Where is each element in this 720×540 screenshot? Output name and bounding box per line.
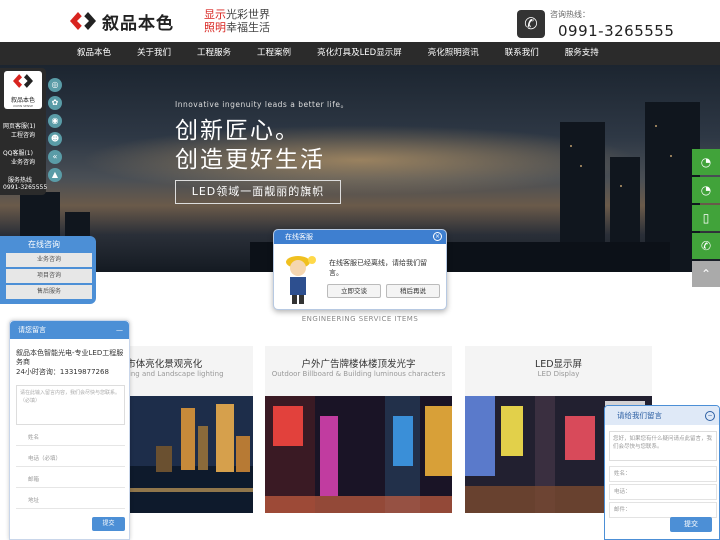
minimize-icon[interactable]: — <box>116 321 123 339</box>
nav-item-news[interactable]: 亮化照明资讯 <box>415 42 492 65</box>
right-message-title: 请给我们留言 <box>617 411 662 420</box>
nav-item-home[interactable]: 叙品本色 <box>64 42 124 65</box>
share-icon[interactable]: ◎ <box>48 78 62 92</box>
mobile-icon[interactable]: ▯ <box>692 205 720 231</box>
top-icon[interactable]: ▲ <box>48 168 62 182</box>
hero-window-light <box>670 155 672 157</box>
close-icon[interactable]: × <box>433 232 442 241</box>
hero-window-light <box>655 125 657 127</box>
leave-message-header: 请您留言 — <box>10 321 129 339</box>
card-subtitle: Outdoor Billboard & Building luminous ch… <box>271 370 446 378</box>
top-header: 叙品本色 显示光彩世界 照明幸福生活 ✆ 咨询热线： 0991-3265555 <box>0 0 720 42</box>
right-message-textarea[interactable]: 您好，如果您有什么疑问请点此留言，我们会尽快与您联系。 <box>609 431 717 461</box>
hero-subtitle: Innovative ingenuity leads a better life… <box>175 100 349 109</box>
dock-business[interactable]: 业务咨询 <box>11 157 35 166</box>
chat-now-button[interactable]: 立即交谈 <box>327 284 381 298</box>
nav-item-services[interactable]: 工程服务 <box>184 42 244 65</box>
hero-window-light <box>580 165 582 167</box>
address-field[interactable]: 地址 <box>16 494 125 509</box>
name-field[interactable]: 姓名 <box>16 431 125 446</box>
nav-item-about[interactable]: 关于我们 <box>124 42 184 65</box>
logo-text: 叙品本色 <box>102 13 174 34</box>
phone-icon[interactable]: ✆ <box>692 233 720 259</box>
header-slogan: 显示光彩世界 照明幸福生活 <box>204 8 270 34</box>
dock-engineer[interactable]: 工程咨询 <box>11 130 35 139</box>
email-field[interactable]: 邮箱 <box>16 473 125 488</box>
dock-logo-text: 叙品本色 <box>10 97 35 104</box>
hotline-label: 咨询热线： <box>550 10 590 19</box>
online-consult-panel: 在线咨询 业务咨询 项目咨询 售后服务 <box>0 236 96 304</box>
wechat-icon[interactable]: ✿ <box>48 96 62 110</box>
left-service-dock: 叙品本色 XUPIN SENSE 网页客服(1) 工程咨询 QQ客服(1) 业务… <box>0 68 48 195</box>
message-textarea[interactable]: 请在此输入留言内容，我们会尽快与您联系。（必填） <box>16 385 125 425</box>
consult-title: 在线咨询 <box>28 240 60 249</box>
card-subtitle: LED Display <box>537 370 580 378</box>
user-icon[interactable]: ☻ <box>48 132 62 146</box>
dock-logo: 叙品本色 XUPIN SENSE <box>4 71 42 109</box>
dock-web-service[interactable]: 网页客服(1) <box>3 121 36 130</box>
online-service-popup: 在线客服 × 在线客服已经离线，请给我们留言。 立即交谈 稍后再说 <box>273 229 447 310</box>
consult-item-business[interactable]: 业务咨询 <box>6 253 92 267</box>
right-name-field[interactable]: 姓名： <box>609 466 717 482</box>
hero-title-2: 创造更好生活 <box>175 147 325 173</box>
popup-message: 在线客服已经离线，请给我们留言。 <box>329 259 427 277</box>
nav-item-products[interactable]: 亮化灯具及LED显示屏 <box>304 42 415 65</box>
card-title: 户外广告牌楼体楼顶发光字 <box>301 359 416 370</box>
logo-mark-icon <box>13 74 33 88</box>
right-submit-button[interactable]: 提交 <box>670 517 712 532</box>
phone-icon: ✆ <box>517 10 545 38</box>
hero-window-light <box>620 185 622 187</box>
later-button[interactable]: 稍后再说 <box>386 284 440 298</box>
dock-logo-en: XUPIN SENSE <box>13 104 33 108</box>
popup-header: 在线客服 × <box>274 230 446 244</box>
main-nav: 叙品本色 关于我们 工程服务 工程案例 亮化灯具及LED显示屏 亮化照明资讯 联… <box>0 42 720 65</box>
qq-icon[interactable]: ◔ <box>692 177 720 203</box>
consult-item-project[interactable]: 项目咨询 <box>6 269 92 283</box>
collapse-icon[interactable]: « <box>48 150 62 164</box>
back-to-top-icon[interactable]: ⌃ <box>692 261 720 287</box>
right-email-field[interactable]: 邮件： <box>609 502 717 518</box>
submit-button[interactable]: 提交 <box>92 517 125 531</box>
dock-qq-service[interactable]: QQ客服(1) <box>3 148 33 157</box>
company-name: 叙品本色智能光电-专业LED工程服务商 <box>16 349 124 366</box>
hero-glow <box>80 125 640 195</box>
service-card[interactable]: 户外广告牌楼体楼顶发光字 Outdoor Billboard & Buildin… <box>265 346 452 513</box>
consult-item-aftersale[interactable]: 售后服务 <box>6 285 92 299</box>
dock-hotline: 0991-3265555 <box>3 184 48 191</box>
hotline-number: 0991-3265555 <box>558 22 675 40</box>
right-message-header: 请给我们留言 − <box>605 406 719 425</box>
qq-icon[interactable]: ◔ <box>692 149 720 175</box>
minimize-icon[interactable]: − <box>705 411 715 421</box>
service-avatar-icon <box>286 256 316 304</box>
nav-item-cases[interactable]: 工程案例 <box>244 42 304 65</box>
right-phone-field[interactable]: 电话： <box>609 484 717 500</box>
hotline-24h: 24小时咨询：13319877268 <box>16 368 109 376</box>
hero-window-light <box>570 145 572 147</box>
site-logo[interactable]: 叙品本色 <box>68 7 198 35</box>
hero-tagline: LED领域一面靓丽的旗帜 <box>175 180 341 204</box>
leave-message-title: 请您留言 <box>18 326 46 334</box>
card-title: LED显示屏 <box>534 359 583 370</box>
logo-mark-icon <box>70 12 96 30</box>
weibo-icon[interactable]: ◉ <box>48 114 62 128</box>
dock-hotline-label: 服务热线 <box>8 177 33 184</box>
card-image <box>265 396 452 513</box>
nav-item-contact[interactable]: 联系我们 <box>492 42 552 65</box>
popup-title: 在线客服 <box>285 233 313 241</box>
nav-item-support[interactable]: 服务支持 <box>552 42 612 65</box>
phone-field[interactable]: 电话（必填） <box>16 452 125 467</box>
leave-message-left: 请您留言 — 叙品本色智能光电-专业LED工程服务商 24小时咨询：133198… <box>9 320 130 540</box>
